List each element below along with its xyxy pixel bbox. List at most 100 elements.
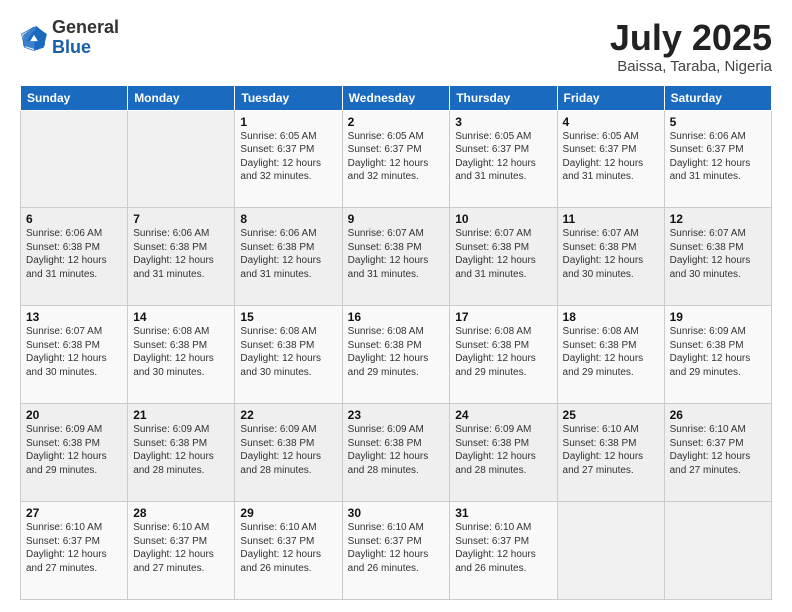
page: General Blue July 2025 Baissa, Taraba, N… [0, 0, 792, 612]
day-number: 29 [240, 506, 336, 520]
day-info: Sunrise: 6:10 AM Sunset: 6:37 PM Dayligh… [26, 521, 122, 575]
calendar-cell: 31Sunrise: 6:10 AM Sunset: 6:37 PM Dayli… [450, 502, 557, 600]
day-number: 8 [240, 212, 336, 226]
calendar-cell: 17Sunrise: 6:08 AM Sunset: 6:38 PM Dayli… [450, 306, 557, 404]
day-number: 16 [348, 310, 445, 324]
day-number: 11 [563, 212, 659, 226]
calendar-cell: 18Sunrise: 6:08 AM Sunset: 6:38 PM Dayli… [557, 306, 664, 404]
calendar-cell: 9Sunrise: 6:07 AM Sunset: 6:38 PM Daylig… [342, 208, 450, 306]
day-number: 10 [455, 212, 551, 226]
day-number: 25 [563, 408, 659, 422]
day-info: Sunrise: 6:10 AM Sunset: 6:38 PM Dayligh… [563, 423, 659, 477]
subtitle: Baissa, Taraba, Nigeria [610, 58, 772, 75]
day-info: Sunrise: 6:07 AM Sunset: 6:38 PM Dayligh… [455, 227, 551, 281]
calendar-cell: 8Sunrise: 6:06 AM Sunset: 6:38 PM Daylig… [235, 208, 342, 306]
day-info: Sunrise: 6:05 AM Sunset: 6:37 PM Dayligh… [455, 130, 551, 184]
day-number: 28 [133, 506, 229, 520]
calendar-cell: 21Sunrise: 6:09 AM Sunset: 6:38 PM Dayli… [128, 404, 235, 502]
calendar-cell: 19Sunrise: 6:09 AM Sunset: 6:38 PM Dayli… [664, 306, 771, 404]
calendar-cell: 15Sunrise: 6:08 AM Sunset: 6:38 PM Dayli… [235, 306, 342, 404]
weekday-header-tuesday: Tuesday [235, 85, 342, 110]
calendar-cell [664, 502, 771, 600]
day-info: Sunrise: 6:07 AM Sunset: 6:38 PM Dayligh… [348, 227, 445, 281]
calendar-cell: 30Sunrise: 6:10 AM Sunset: 6:37 PM Dayli… [342, 502, 450, 600]
day-number: 20 [26, 408, 122, 422]
day-number: 15 [240, 310, 336, 324]
calendar-header: SundayMondayTuesdayWednesdayThursdayFrid… [21, 85, 772, 110]
calendar-cell [128, 110, 235, 208]
day-info: Sunrise: 6:10 AM Sunset: 6:37 PM Dayligh… [670, 423, 766, 477]
calendar-table: SundayMondayTuesdayWednesdayThursdayFrid… [20, 85, 772, 600]
day-number: 22 [240, 408, 336, 422]
day-info: Sunrise: 6:05 AM Sunset: 6:37 PM Dayligh… [563, 130, 659, 184]
day-info: Sunrise: 6:08 AM Sunset: 6:38 PM Dayligh… [563, 325, 659, 379]
logo-text: General Blue [52, 18, 119, 58]
day-number: 4 [563, 115, 659, 129]
day-info: Sunrise: 6:09 AM Sunset: 6:38 PM Dayligh… [26, 423, 122, 477]
calendar-cell: 10Sunrise: 6:07 AM Sunset: 6:38 PM Dayli… [450, 208, 557, 306]
calendar-week-4: 20Sunrise: 6:09 AM Sunset: 6:38 PM Dayli… [21, 404, 772, 502]
weekday-header-wednesday: Wednesday [342, 85, 450, 110]
day-number: 13 [26, 310, 122, 324]
calendar-cell: 28Sunrise: 6:10 AM Sunset: 6:37 PM Dayli… [128, 502, 235, 600]
day-number: 18 [563, 310, 659, 324]
header: General Blue July 2025 Baissa, Taraba, N… [20, 18, 772, 75]
day-info: Sunrise: 6:08 AM Sunset: 6:38 PM Dayligh… [455, 325, 551, 379]
day-number: 17 [455, 310, 551, 324]
title-block: July 2025 Baissa, Taraba, Nigeria [610, 18, 772, 75]
day-number: 5 [670, 115, 766, 129]
calendar-cell: 3Sunrise: 6:05 AM Sunset: 6:37 PM Daylig… [450, 110, 557, 208]
day-info: Sunrise: 6:10 AM Sunset: 6:37 PM Dayligh… [455, 521, 551, 575]
weekday-header-thursday: Thursday [450, 85, 557, 110]
day-number: 21 [133, 408, 229, 422]
calendar-cell: 6Sunrise: 6:06 AM Sunset: 6:38 PM Daylig… [21, 208, 128, 306]
calendar-cell: 5Sunrise: 6:06 AM Sunset: 6:37 PM Daylig… [664, 110, 771, 208]
calendar-cell: 11Sunrise: 6:07 AM Sunset: 6:38 PM Dayli… [557, 208, 664, 306]
calendar-cell: 16Sunrise: 6:08 AM Sunset: 6:38 PM Dayli… [342, 306, 450, 404]
day-number: 14 [133, 310, 229, 324]
calendar-week-3: 13Sunrise: 6:07 AM Sunset: 6:38 PM Dayli… [21, 306, 772, 404]
logo-icon [20, 24, 48, 52]
day-info: Sunrise: 6:09 AM Sunset: 6:38 PM Dayligh… [348, 423, 445, 477]
day-info: Sunrise: 6:09 AM Sunset: 6:38 PM Dayligh… [133, 423, 229, 477]
day-info: Sunrise: 6:10 AM Sunset: 6:37 PM Dayligh… [133, 521, 229, 575]
calendar-week-1: 1Sunrise: 6:05 AM Sunset: 6:37 PM Daylig… [21, 110, 772, 208]
logo-general-text: General [52, 17, 119, 37]
day-number: 2 [348, 115, 445, 129]
calendar-cell: 7Sunrise: 6:06 AM Sunset: 6:38 PM Daylig… [128, 208, 235, 306]
calendar-cell: 24Sunrise: 6:09 AM Sunset: 6:38 PM Dayli… [450, 404, 557, 502]
day-info: Sunrise: 6:10 AM Sunset: 6:37 PM Dayligh… [240, 521, 336, 575]
day-info: Sunrise: 6:10 AM Sunset: 6:37 PM Dayligh… [348, 521, 445, 575]
day-number: 3 [455, 115, 551, 129]
day-number: 26 [670, 408, 766, 422]
day-info: Sunrise: 6:09 AM Sunset: 6:38 PM Dayligh… [670, 325, 766, 379]
day-info: Sunrise: 6:08 AM Sunset: 6:38 PM Dayligh… [240, 325, 336, 379]
day-number: 19 [670, 310, 766, 324]
calendar-week-2: 6Sunrise: 6:06 AM Sunset: 6:38 PM Daylig… [21, 208, 772, 306]
day-number: 6 [26, 212, 122, 226]
calendar-week-5: 27Sunrise: 6:10 AM Sunset: 6:37 PM Dayli… [21, 502, 772, 600]
day-info: Sunrise: 6:07 AM Sunset: 6:38 PM Dayligh… [26, 325, 122, 379]
calendar-cell: 27Sunrise: 6:10 AM Sunset: 6:37 PM Dayli… [21, 502, 128, 600]
day-info: Sunrise: 6:09 AM Sunset: 6:38 PM Dayligh… [455, 423, 551, 477]
weekday-header-sunday: Sunday [21, 85, 128, 110]
calendar-cell: 14Sunrise: 6:08 AM Sunset: 6:38 PM Dayli… [128, 306, 235, 404]
day-info: Sunrise: 6:06 AM Sunset: 6:38 PM Dayligh… [26, 227, 122, 281]
day-info: Sunrise: 6:06 AM Sunset: 6:37 PM Dayligh… [670, 130, 766, 184]
day-number: 24 [455, 408, 551, 422]
weekday-header-saturday: Saturday [664, 85, 771, 110]
calendar-cell: 12Sunrise: 6:07 AM Sunset: 6:38 PM Dayli… [664, 208, 771, 306]
day-info: Sunrise: 6:08 AM Sunset: 6:38 PM Dayligh… [348, 325, 445, 379]
calendar-cell: 4Sunrise: 6:05 AM Sunset: 6:37 PM Daylig… [557, 110, 664, 208]
day-number: 7 [133, 212, 229, 226]
day-info: Sunrise: 6:05 AM Sunset: 6:37 PM Dayligh… [240, 130, 336, 184]
calendar-cell: 13Sunrise: 6:07 AM Sunset: 6:38 PM Dayli… [21, 306, 128, 404]
day-info: Sunrise: 6:06 AM Sunset: 6:38 PM Dayligh… [240, 227, 336, 281]
calendar-cell: 22Sunrise: 6:09 AM Sunset: 6:38 PM Dayli… [235, 404, 342, 502]
weekday-header-row: SundayMondayTuesdayWednesdayThursdayFrid… [21, 85, 772, 110]
calendar-cell: 25Sunrise: 6:10 AM Sunset: 6:38 PM Dayli… [557, 404, 664, 502]
day-number: 12 [670, 212, 766, 226]
day-info: Sunrise: 6:08 AM Sunset: 6:38 PM Dayligh… [133, 325, 229, 379]
day-number: 27 [26, 506, 122, 520]
weekday-header-friday: Friday [557, 85, 664, 110]
